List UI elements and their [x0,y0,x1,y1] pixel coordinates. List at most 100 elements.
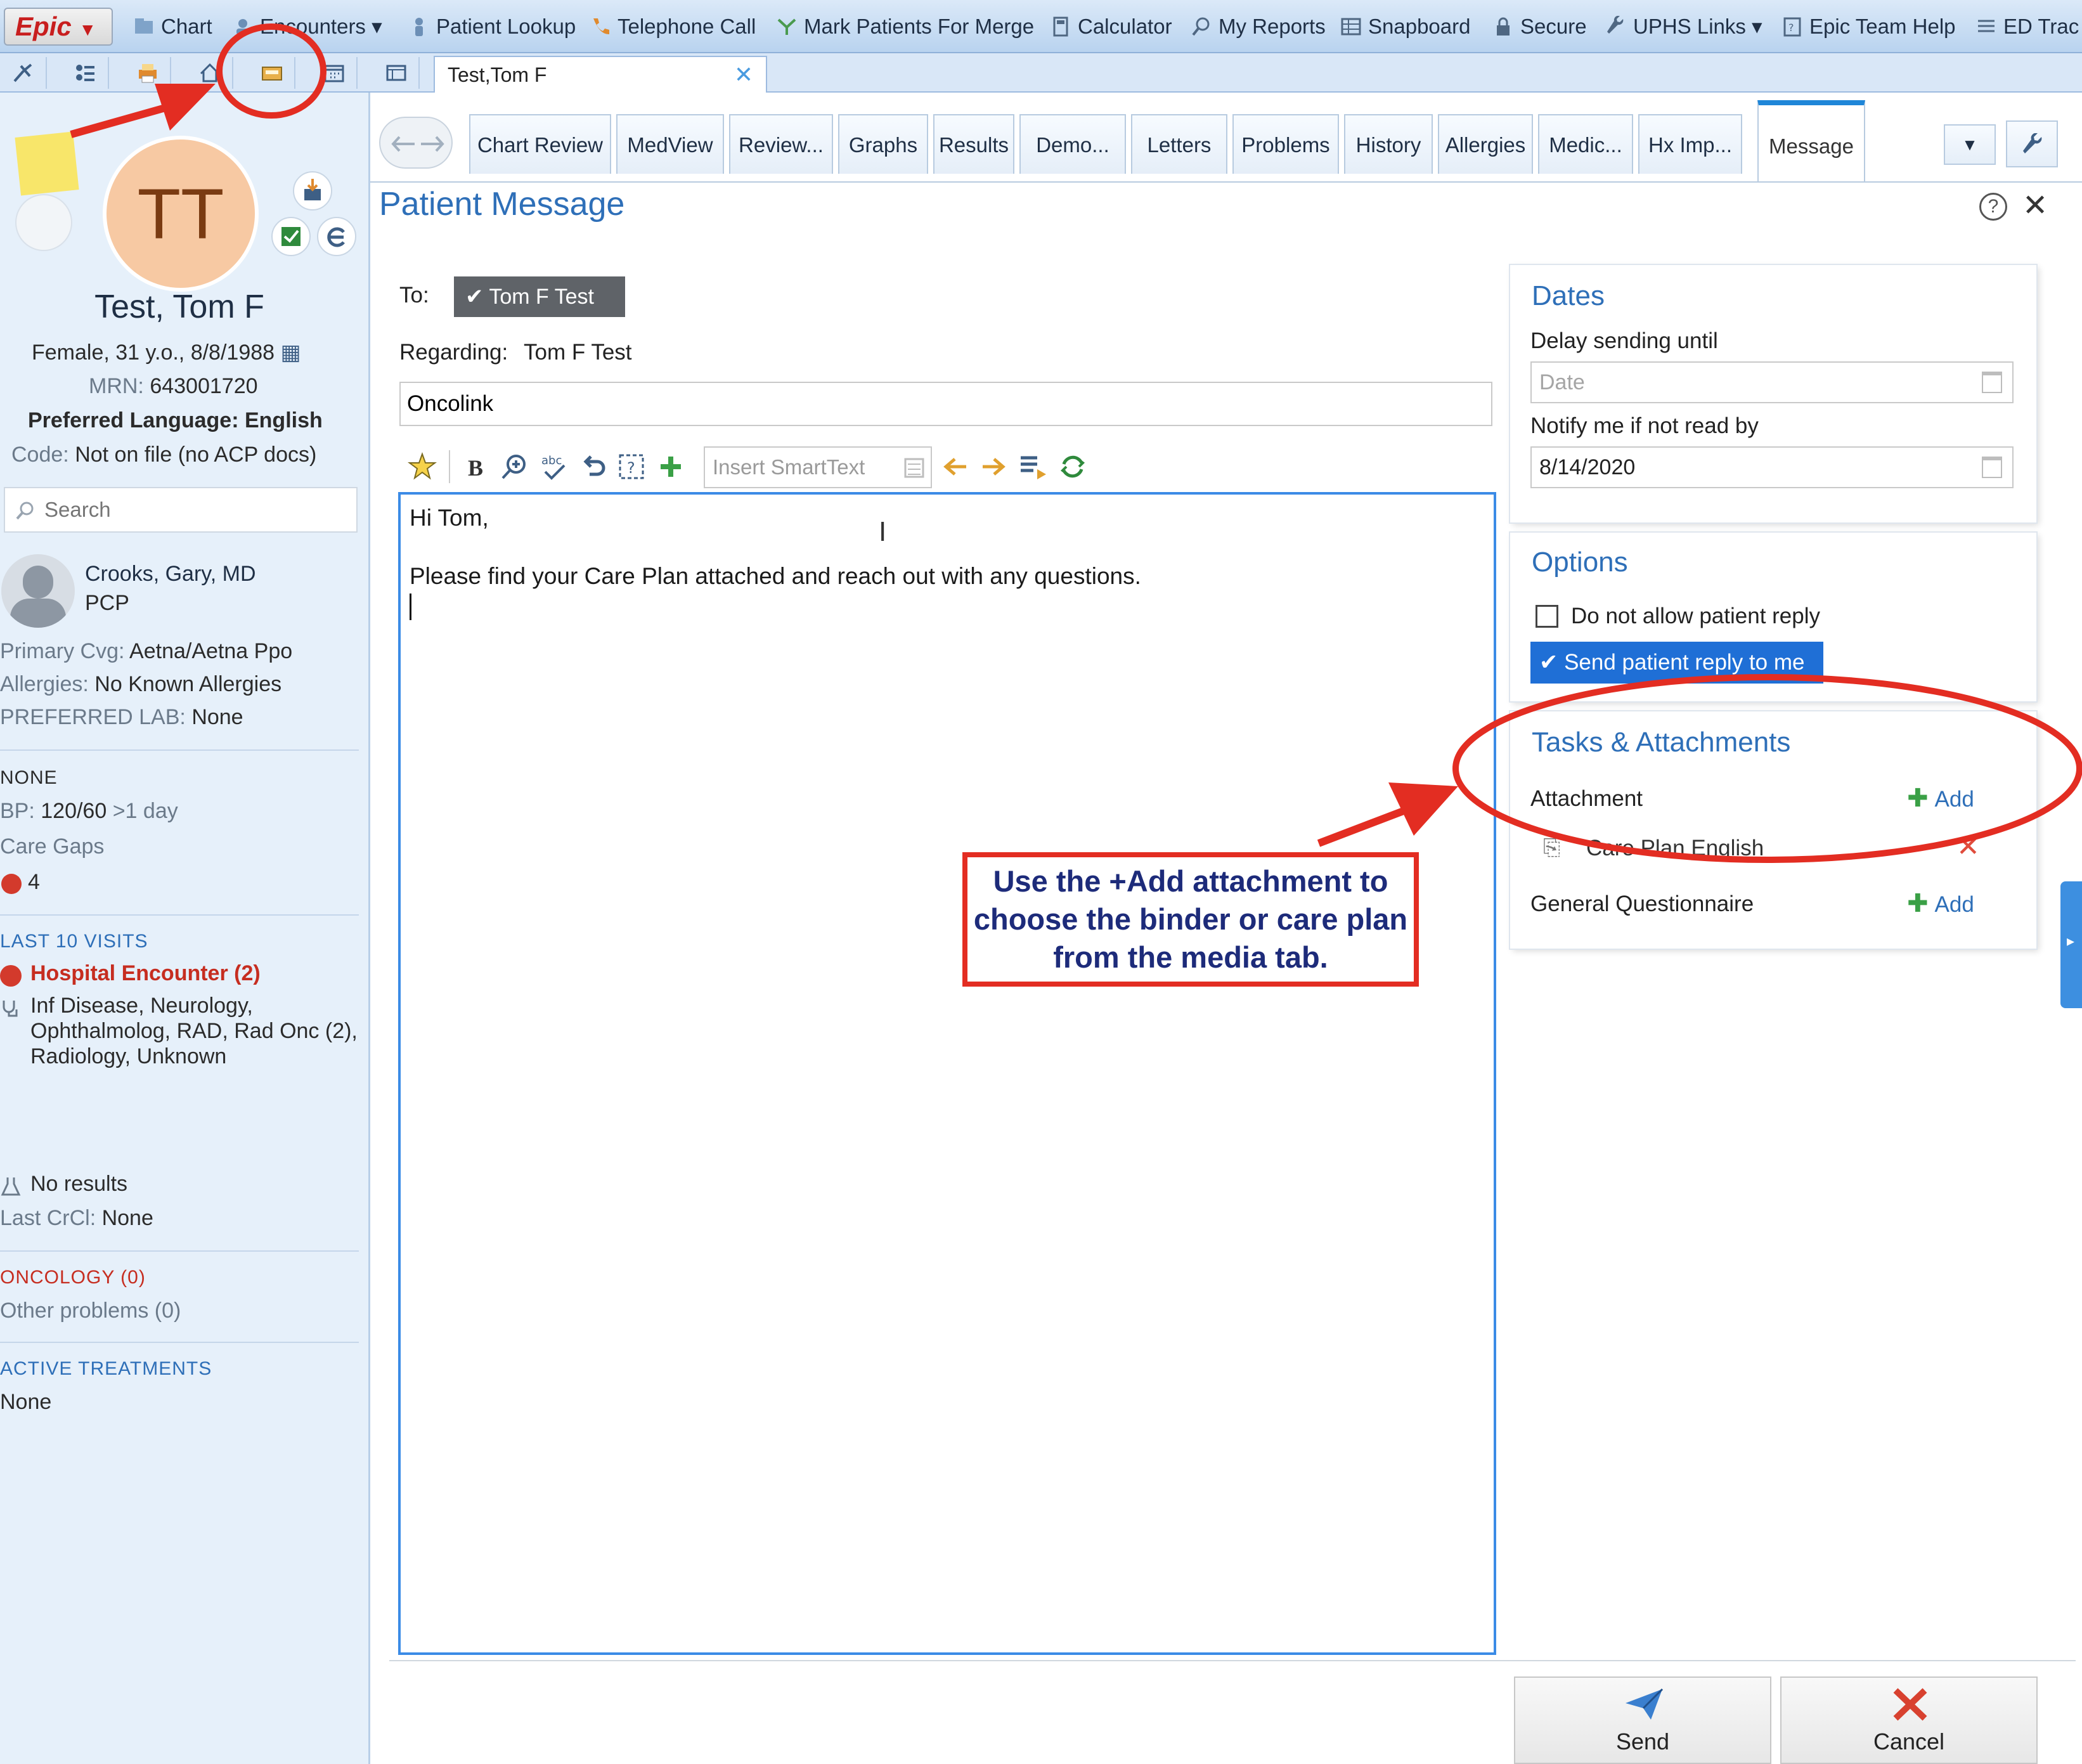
tab-demographics[interactable]: Demo... [1019,114,1126,174]
toolbar-button-dashboard[interactable] [373,57,420,89]
no-reply-label[interactable]: Do not allow patient reply [1571,604,1820,629]
birthday-cake-icon: ▦ [280,340,301,365]
plus-icon[interactable] [656,451,686,482]
lab-results[interactable]: No results [30,1172,127,1197]
oncology-heading[interactable]: ONCOLOGY (0) [0,1267,146,1288]
tab-hx-import[interactable]: Hx Imp... [1638,114,1742,174]
more-tabs-dropdown[interactable]: ▼ [1944,124,1996,165]
calendar-icon[interactable] [1982,372,2002,393]
pcp-avatar[interactable] [1,554,75,628]
hospital-encounters[interactable]: Hospital Encounter (2) [30,961,261,986]
patient-workspace-tab[interactable]: Test,Tom F ✕ [434,56,767,93]
tab-medview[interactable]: MedView [616,114,724,174]
dates-panel: Dates Delay sending until Date Notify me… [1510,265,2036,522]
tab-chart-review[interactable]: Chart Review [469,114,611,174]
menu-calculator[interactable]: Calculator [1050,0,1172,53]
undo-icon[interactable] [578,451,609,482]
delay-date-input[interactable]: Date [1530,361,2014,403]
check-document-icon[interactable] [271,217,311,256]
cancel-button[interactable]: Cancel [1780,1676,2038,1764]
help-icon[interactable]: ? [1979,193,2007,221]
other-problems[interactable]: Other problems (0) [0,1299,181,1323]
tab-history[interactable]: History [1344,114,1433,174]
e-signature-icon[interactable] [317,217,356,256]
menu-patient-lookup[interactable]: Patient Lookup [408,0,576,53]
last-visits-heading[interactable]: LAST 10 VISITS [0,931,148,952]
pcp-name[interactable]: Crooks, Gary, MD [85,562,256,587]
toolbar-button-users[interactable] [62,57,109,89]
epic-menu-button[interactable]: Epic ▼ [4,8,113,46]
active-treatments-heading[interactable]: ACTIVE TREATMENTS [0,1358,212,1380]
menu-mark-patients-for-merge[interactable]: Mark Patients For Merge [776,0,1034,53]
tab-allergies[interactable]: Allergies [1438,114,1533,174]
close-icon[interactable]: ✕ [2022,188,2048,223]
storyboard-search[interactable] [4,487,358,533]
attached-file[interactable]: Care Plan English [1586,836,1764,861]
notify-date-input[interactable]: 8/14/2020 [1530,446,2014,488]
star-icon[interactable] [407,451,437,482]
menu-ed-trac[interactable]: ED Trac [1975,0,2079,53]
toolbar-button-tools[interactable] [0,57,47,89]
search-icon [16,502,34,520]
code-status: Code: Not on file (no ACP docs) [11,443,317,467]
toolbar-button-patient-message[interactable] [249,57,295,89]
bold-icon[interactable]: B [460,451,491,482]
care-gaps-label[interactable]: Care Gaps [0,834,104,859]
page-title: Patient Message [379,186,625,223]
back-forward-buttons[interactable] [379,117,453,169]
menu-chart[interactable]: Chart [133,0,212,53]
flask-icon [0,1176,22,1197]
menu-telephone-call[interactable]: Telephone Call [590,0,756,53]
menu-secure[interactable]: Secure [1492,0,1587,53]
side-panel-expander[interactable]: ▸ [2060,881,2082,1008]
alert-icon [1,874,22,894]
smarttext-input[interactable]: Insert SmartText [704,446,932,488]
add-attachment-button[interactable]: ✚ Add [1907,784,1974,813]
tab-letters[interactable]: Letters [1131,114,1227,174]
menu-uphs-links[interactable]: UPHS Links ▾ [1605,0,1762,53]
tab-graphs[interactable]: Graphs [838,114,928,174]
smartlink-icon[interactable]: ? [616,451,647,482]
tab-medications[interactable]: Medic... [1538,114,1633,174]
menu-snapboard[interactable]: Snapboard [1340,0,1470,53]
menu-epic-team-help[interactable]: ? Epic Team Help [1781,0,1956,53]
close-icon[interactable]: ✕ [734,57,753,93]
recipient-chip[interactable]: ✔ Tom F Test [454,276,625,317]
toolbar-button-home[interactable] [186,57,233,89]
no-reply-checkbox[interactable] [1536,605,1558,628]
calendar-icon[interactable] [1982,457,2002,478]
toolbar-button-printer[interactable] [124,57,171,89]
tab-results[interactable]: Results [933,114,1014,174]
checkmark-icon: ✔ [1539,650,1558,675]
next-field-icon[interactable] [979,451,1009,482]
insert-list-icon[interactable] [1018,451,1049,482]
add-questionnaire-button[interactable]: ✚ Add [1907,889,1974,918]
refresh-icon[interactable] [1057,451,1088,482]
tab-problems[interactable]: Problems [1232,114,1339,174]
care-gaps-count[interactable]: 4 [28,870,40,895]
download-icon[interactable] [293,171,332,211]
send-reply-to-me-toggle[interactable]: ✔ Send patient reply to me [1530,642,1823,684]
visit-departments[interactable]: Inf Disease, Neurology, Ophthalmolog, RA… [30,993,360,1069]
menu-encounters[interactable]: Encounters ▾ [232,0,382,53]
merge-icon [777,18,796,35]
tab-message[interactable]: Message [1757,100,1865,183]
patient-avatar[interactable]: TT [103,136,259,292]
menu-my-reports[interactable]: My Reports [1191,0,1326,53]
plus-icon: ✚ [1907,890,1929,918]
sticky-note-icon[interactable] [15,131,79,196]
remove-attachment-icon[interactable]: ✕ [1956,831,1980,863]
dates-title: Dates [1532,280,1605,311]
search-input[interactable] [43,493,347,526]
calculator-icon [1053,16,1068,37]
tab-review[interactable]: Review... [729,114,833,174]
spellcheck-icon[interactable]: abc [539,451,569,482]
zoom-icon[interactable] [500,451,530,482]
subject-input[interactable] [399,382,1492,426]
previous-field-icon[interactable] [940,451,970,482]
send-button[interactable]: Send [1514,1676,1771,1764]
snapboard-icon [1341,18,1361,36]
message-body-editor[interactable]: Hi Tom, Please find your Care Plan attac… [398,492,1496,1655]
toolbar-button-calendar[interactable] [311,57,358,89]
tab-settings-button[interactable] [2006,120,2058,167]
